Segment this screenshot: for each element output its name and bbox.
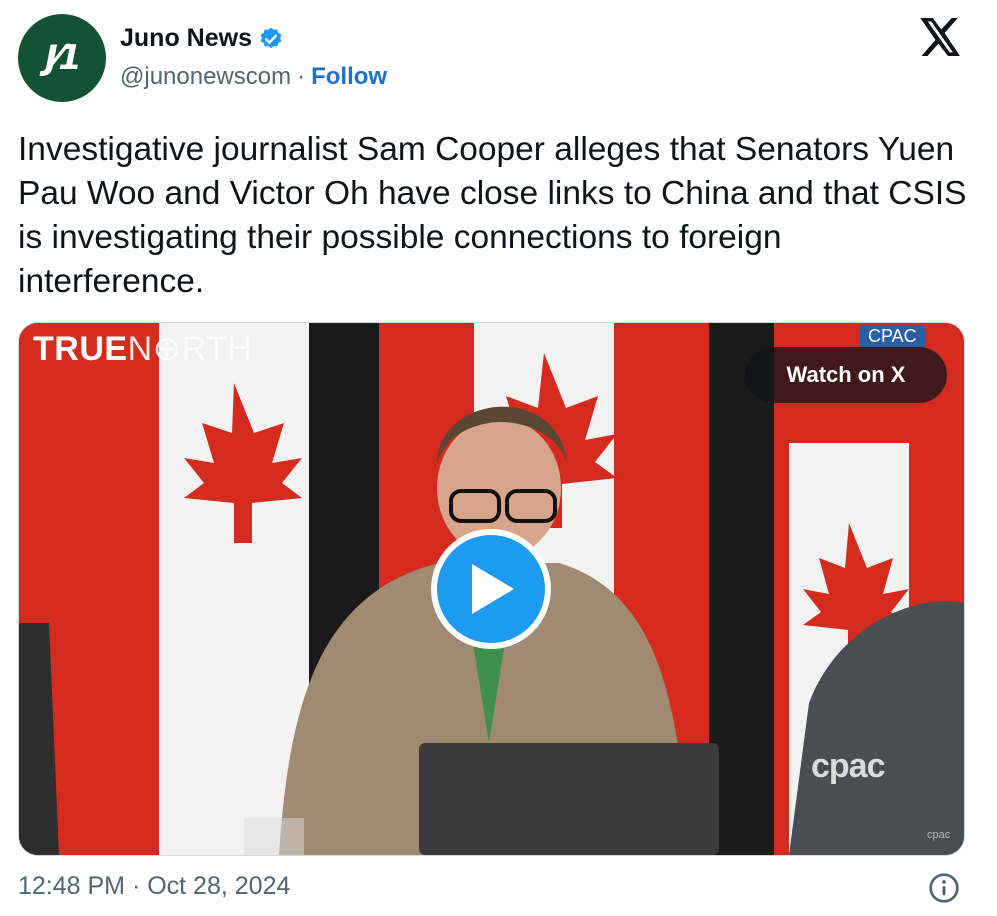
play-icon	[472, 564, 514, 614]
true-north-watermark: TRUEN⊕RTH	[33, 330, 253, 368]
handle-row: @junonewscom · Follow	[120, 63, 387, 91]
separator-dot: ·	[297, 63, 306, 90]
info-icon[interactable]	[928, 872, 960, 904]
tweet-timestamp[interactable]: 12:48 PM · Oct 28, 2024	[18, 872, 290, 901]
cpac-logo: cpac	[811, 747, 885, 785]
cpac-small-logo: cpac	[927, 829, 951, 841]
laptop	[419, 743, 719, 855]
follow-button[interactable]: Follow	[311, 63, 387, 91]
cpac-corner-badge: CPAC	[860, 325, 925, 348]
tweet-text: Investigative journalist Sam Cooper alle…	[18, 131, 967, 300]
avatar[interactable]: J ⁄ 1	[18, 14, 106, 102]
play-button[interactable]	[431, 529, 551, 649]
avatar-text: J ⁄ 1	[45, 38, 82, 78]
author-handle[interactable]: @junonewscom	[120, 63, 291, 91]
flag-left	[19, 323, 309, 855]
author-name-row: Juno News	[120, 24, 284, 53]
x-logo-icon[interactable]	[920, 18, 962, 56]
watch-on-x-label: Watch on X	[786, 362, 906, 387]
author-name[interactable]: Juno News	[120, 24, 252, 53]
video-player[interactable]: TRUEN⊕RTH CPAC Watch on X cpac cpac	[18, 322, 965, 856]
verified-badge-icon	[260, 27, 282, 48]
watch-on-x-button[interactable]: Watch on X	[745, 347, 947, 403]
